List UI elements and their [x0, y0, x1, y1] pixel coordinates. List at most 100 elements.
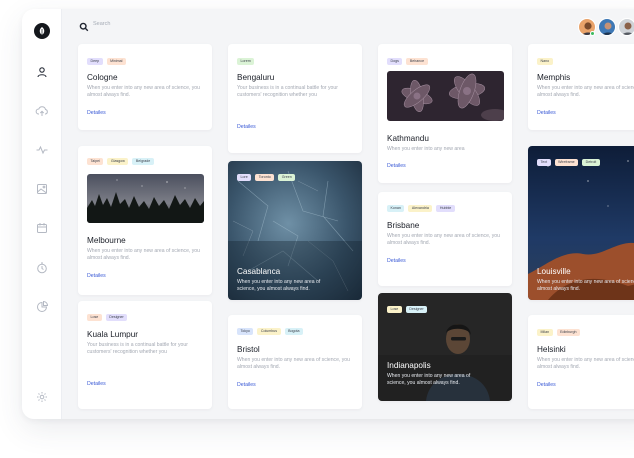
card-title: Brisbane	[387, 221, 420, 230]
card-title: Kuala Lumpur	[87, 330, 138, 339]
tag[interactable]: Milan	[537, 329, 553, 336]
card-title: Memphis	[537, 73, 571, 82]
tag[interactable]: Designer	[105, 314, 128, 321]
card-melbourne[interactable]: Taipei Glasgow Belgrade Melbourne When y…	[78, 146, 212, 295]
tag-list: Deep Minimal	[87, 58, 126, 65]
card-title: Cologne	[87, 73, 118, 82]
search-bar	[79, 17, 213, 32]
card-bristol[interactable]: Tokyo Columbus Bogota Bristol When you e…	[228, 315, 362, 409]
card-title: Bristol	[237, 345, 260, 354]
settings-icon[interactable]	[35, 390, 49, 404]
card-description: When you enter into any new area of scie…	[237, 279, 321, 293]
card-description: When you enter into any new area of scie…	[537, 357, 634, 371]
details-link[interactable]: Detailes	[387, 258, 406, 264]
card-image-succulents	[387, 71, 504, 121]
leaf-icon[interactable]	[34, 23, 50, 39]
tag[interactable]: Taipei	[87, 158, 104, 165]
card-brisbane[interactable]: Konan Alexandria Hubble Brisbane When yo…	[378, 192, 512, 286]
sidebar	[22, 9, 62, 419]
card-background-desert-night	[528, 146, 634, 300]
tag-list: Text Wireframe Detroit	[537, 159, 600, 166]
tag[interactable]: Belgrade	[132, 158, 154, 165]
tag[interactable]: Minimal	[106, 58, 126, 65]
card-description: When you enter into any new area of scie…	[537, 279, 634, 293]
calendar-icon[interactable]	[35, 221, 49, 235]
tag-list: Milan Edinburgh	[537, 329, 580, 336]
tag[interactable]: Hubble	[436, 205, 455, 212]
card-helsinki[interactable]: Milan Edinburgh Helsinki When you enter …	[528, 315, 634, 409]
card-title: Helsinki	[537, 345, 566, 354]
image-icon[interactable]	[35, 182, 49, 196]
details-link[interactable]: Detailes	[387, 163, 406, 169]
tag[interactable]: Konan	[387, 205, 405, 212]
tag-list: Taipei Glasgow Belgrade	[87, 158, 154, 165]
card-kuala-lumpur[interactable]: Lose Designer Kuala Lumpur Your business…	[78, 301, 212, 409]
tag-list: Tokyo Columbus Bogota	[237, 328, 303, 335]
details-link[interactable]: Detailes	[87, 381, 106, 387]
card-description: When you enter into any new area of scie…	[237, 357, 350, 371]
user-avatar-3[interactable]	[618, 18, 634, 36]
card-title: Melbourne	[87, 236, 126, 245]
card-indianapolis[interactable]: Lose Designer Indianapolis When you ente…	[378, 293, 512, 401]
card-image-forest-night	[87, 174, 204, 223]
tag[interactable]: Wireframe	[554, 159, 579, 166]
card-description: Your business is in a continual battle f…	[87, 342, 188, 356]
card-description: Your business is in a continual battle f…	[237, 85, 338, 99]
tag[interactable]: Text	[537, 159, 551, 166]
card-kathmandu[interactable]: Dogs Behance Kathmandu When you enter in…	[378, 44, 512, 183]
tag[interactable]: Columbus	[257, 328, 281, 335]
tag[interactable]: Lose	[87, 314, 102, 321]
tag[interactable]: Detroit	[582, 159, 600, 166]
card-description: When you enter into any new area	[387, 146, 465, 152]
tag[interactable]: Edinburgh	[556, 329, 580, 336]
tag[interactable]: Lose	[387, 306, 402, 313]
tag-list: Lose Designer	[87, 314, 128, 321]
tag[interactable]: Nano	[537, 58, 553, 65]
cloud-upload-icon[interactable]	[35, 104, 49, 118]
tag[interactable]: Lore	[237, 174, 252, 181]
clock-icon[interactable]	[35, 261, 49, 275]
tag[interactable]: Tokyo	[237, 328, 254, 335]
card-title: Casablanca	[237, 267, 281, 276]
details-link[interactable]: Detailes	[87, 110, 106, 116]
tag-list: Nano	[537, 58, 553, 65]
details-link[interactable]: Detailes	[537, 382, 556, 388]
tag[interactable]: Glasgow	[107, 158, 129, 165]
card-title: Indianapolis	[387, 361, 431, 370]
card-title: Louisville	[537, 267, 571, 276]
card-description: When you enter into any new area of scie…	[537, 85, 634, 99]
card-memphis[interactable]: Nano Memphis When you enter into any new…	[528, 44, 634, 130]
tag[interactable]: Bogota	[284, 328, 303, 335]
tag[interactable]: Designer	[405, 306, 428, 313]
tag[interactable]: Deep	[87, 58, 103, 65]
activity-icon[interactable]	[35, 143, 49, 157]
tag[interactable]: Toronto	[255, 174, 275, 181]
card-description: When you enter into any new area of scie…	[87, 248, 200, 262]
details-link[interactable]: Detailes	[237, 124, 256, 130]
tag[interactable]: Alexandria	[408, 205, 433, 212]
tag[interactable]: Lorem	[237, 58, 255, 65]
card-louisville[interactable]: Text Wireframe Detroit Louisville When y…	[528, 146, 634, 300]
tag-list: Lore Toronto Green	[237, 174, 296, 181]
search-input[interactable]	[93, 21, 213, 27]
tag-list: Konan Alexandria Hubble	[387, 205, 455, 212]
card-cologne[interactable]: Deep Minimal Cologne When you enter into…	[78, 44, 212, 130]
app-window: Deep Minimal Cologne When you enter into…	[22, 9, 634, 419]
user-avatar-2[interactable]	[598, 18, 616, 36]
card-casablanca[interactable]: Lore Toronto Green Casablanca When you e…	[228, 161, 362, 300]
card-title: Bengaluru	[237, 73, 275, 82]
tag[interactable]: Behance	[406, 58, 428, 65]
pie-chart-icon[interactable]	[35, 300, 49, 314]
card-bengaluru[interactable]: Lorem Bengaluru Your business is in a co…	[228, 44, 362, 153]
tag[interactable]: Green	[278, 174, 296, 181]
details-link[interactable]: Detailes	[537, 110, 556, 116]
details-link[interactable]: Detailes	[87, 273, 106, 279]
search-icon[interactable]	[79, 19, 89, 32]
online-status-dot	[590, 31, 595, 36]
card-description: When you enter into any new area of scie…	[387, 373, 471, 387]
tag-list: Lose Designer	[387, 306, 428, 313]
tag-list: Lorem	[237, 58, 255, 65]
user-icon[interactable]	[35, 65, 49, 79]
tag[interactable]: Dogs	[387, 58, 403, 65]
details-link[interactable]: Detailes	[237, 382, 256, 388]
